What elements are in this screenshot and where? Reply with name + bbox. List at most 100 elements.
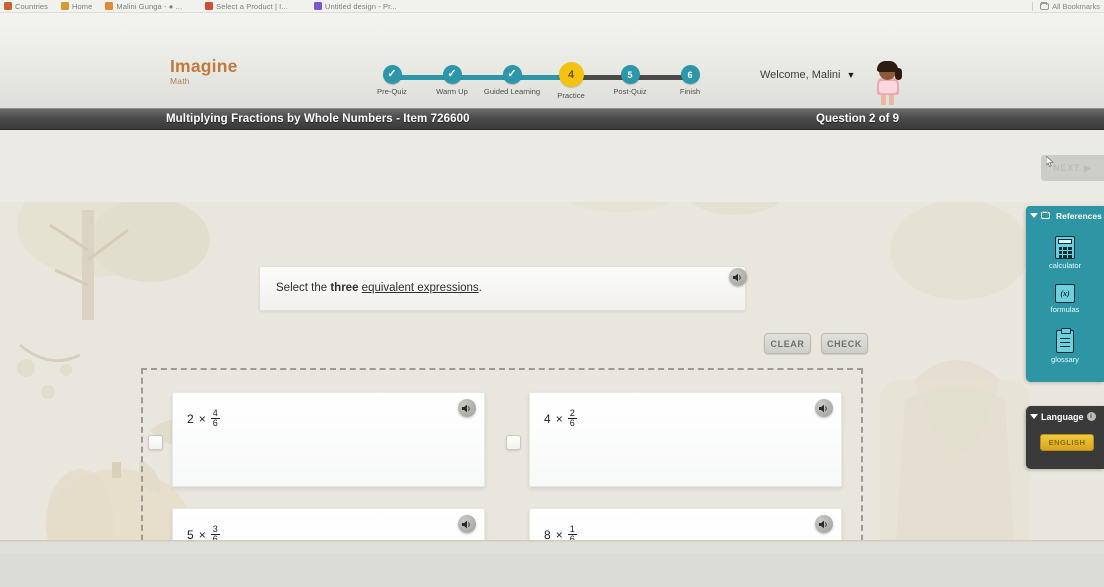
calculator-icon [1055,236,1075,259]
expression-whole-number: 4 [544,411,551,426]
language-panel-toggle[interactable]: Language i [1026,406,1104,427]
speaker-glyph [462,520,470,528]
step-number: 5 [627,69,633,80]
question-content-area: Select the three equivalent expressions.… [0,130,1104,587]
answer-option-card[interactable]: 2 × 4 6 [172,392,485,487]
check-icon: ✓ [387,68,397,80]
mouse-cursor-icon [1046,156,1054,167]
reference-label: glossary [1051,355,1079,364]
multiplication-sign: × [198,411,206,426]
chevron-down-icon: ▼ [846,70,856,80]
book-icon [1041,211,1050,219]
bookmark-label: Malini Gunga - ● ... [116,1,183,11]
answer-expression: 2 × 4 6 [187,408,220,429]
avatar[interactable] [868,61,908,106]
all-bookmarks-button[interactable]: All Bookmarks [1032,0,1100,13]
reference-item-formulas[interactable]: (x) formulas [1026,284,1104,314]
app-page: Imagine Math ✓ Pre-Quiz ✓ Warm Up ✓ Guid… [0,13,1104,587]
app-header: Imagine Math ✓ Pre-Quiz ✓ Warm Up ✓ Guid… [0,13,1104,108]
folder-icon [1040,2,1050,10]
fraction-denominator: 6 [569,418,575,429]
window-bottom-strip [0,553,1104,587]
progress-step-guided-learning[interactable]: ✓ Guided Learning [481,65,543,97]
all-bookmarks-label: All Bookmarks [1052,2,1100,11]
imagine-math-logo[interactable]: Imagine Math [170,57,238,87]
avatar-shirt [879,81,897,93]
fraction: 2 6 [567,408,577,429]
logo-line-math: Math [170,76,190,86]
question-counter: Question 2 of 9 [816,113,900,125]
prompt-suffix: . [478,282,482,294]
language-title: Language [1041,411,1084,422]
browser-bookmark-bar: Countries Home Malini Gunga - ● ... Sele… [0,0,1104,13]
progress-step-warm-up[interactable]: ✓ Warm Up [421,65,483,97]
bookmark-item-countries[interactable]: Countries [4,2,48,11]
prompt-prefix: Select the [276,282,331,294]
step-label: Post-Quiz [613,87,647,96]
speaker-icon[interactable] [458,399,476,417]
lesson-title-bar: Multiplying Fractions by Whole Numbers -… [0,108,1104,130]
chevron-down-icon [1030,414,1038,419]
progress-step-pre-quiz[interactable]: ✓ Pre-Quiz [361,65,423,97]
step-number: 4 [567,68,575,81]
step-label: Practice [557,91,585,100]
site-icon [313,2,322,10]
speaker-glyph [462,404,470,412]
site-icon [205,2,214,10]
bookmark-item-select-a-product[interactable]: Select a Product | I... [205,2,288,11]
speaker-glyph [819,520,827,528]
multiplication-sign: × [555,411,563,426]
prompt-underlined-term[interactable]: equivalent expressions [362,282,479,294]
step-label: Finish [679,87,701,96]
welcome-menu[interactable]: Welcome, Malini ▼ [760,69,855,81]
bookmark-item-malini-gunga[interactable]: Malini Gunga - ● ... [105,2,182,11]
calculator-keys [1058,246,1072,259]
content-top-strip [0,130,1104,202]
step-label: Warm Up [436,87,468,96]
welcome-label: Welcome, Malini [760,69,841,81]
clear-button[interactable]: CLEAR [764,333,811,354]
step-dot: 5 [620,65,640,84]
avatar-leg-right [889,94,894,105]
formulas-icon: (x) [1055,284,1075,303]
bookmark-label: Untitled design - Pr... [324,1,397,11]
question-prompt-card: Select the three equivalent expressions. [259,266,746,311]
question-prompt-text: Select the three equivalent expressions. [276,282,482,294]
speaker-icon[interactable] [729,268,747,286]
info-icon[interactable]: i [1086,412,1096,421]
chevron-down-icon [1030,213,1038,218]
avatar-leg-left [881,94,886,105]
progress-step-finish[interactable]: 6 Finish [659,65,721,97]
speaker-icon[interactable] [815,399,833,417]
fraction: 4 6 [210,408,220,429]
step-dot: ✓ [382,65,402,84]
page-title: Multiplying Fractions by Whole Numbers -… [166,113,470,125]
references-panel-toggle[interactable]: References [1026,206,1104,225]
check-icon: ✓ [447,68,457,80]
answer-checkbox[interactable] [148,435,163,450]
reference-item-calculator[interactable]: calculator [1026,236,1104,270]
progress-step-post-quiz[interactable]: 5 Post-Quiz [599,65,661,97]
step-dot-current: 4 [558,62,584,87]
progress-step-practice[interactable]: 4 Practice [540,62,602,101]
glossary-icon [1056,328,1074,353]
answer-expression: 4 × 2 6 [544,408,577,429]
expression-whole-number: 2 [187,411,194,426]
bookmark-item-untitled-design[interactable]: Untitled design - Pr... [313,1,397,11]
speaker-icon[interactable] [815,515,833,533]
language-value-button[interactable]: ENGLISH [1040,434,1094,451]
reference-label: formulas [1050,305,1080,314]
bookmark-item-home[interactable]: Home [61,2,92,11]
step-dot: ✓ [502,65,522,84]
speaker-glyph [819,404,827,412]
prompt-bold-word: three [330,282,359,294]
answer-checkbox[interactable] [506,435,521,450]
speaker-icon[interactable] [458,515,476,533]
check-button[interactable]: CHECK [821,333,868,354]
reference-item-glossary[interactable]: glossary [1026,328,1104,364]
divider [1032,2,1034,11]
step-number: 6 [687,69,693,80]
bookmark-label: Home [72,1,93,11]
answer-option-card[interactable]: 4 × 2 6 [529,392,842,487]
logo-line-imagine: Imagine [170,56,238,76]
